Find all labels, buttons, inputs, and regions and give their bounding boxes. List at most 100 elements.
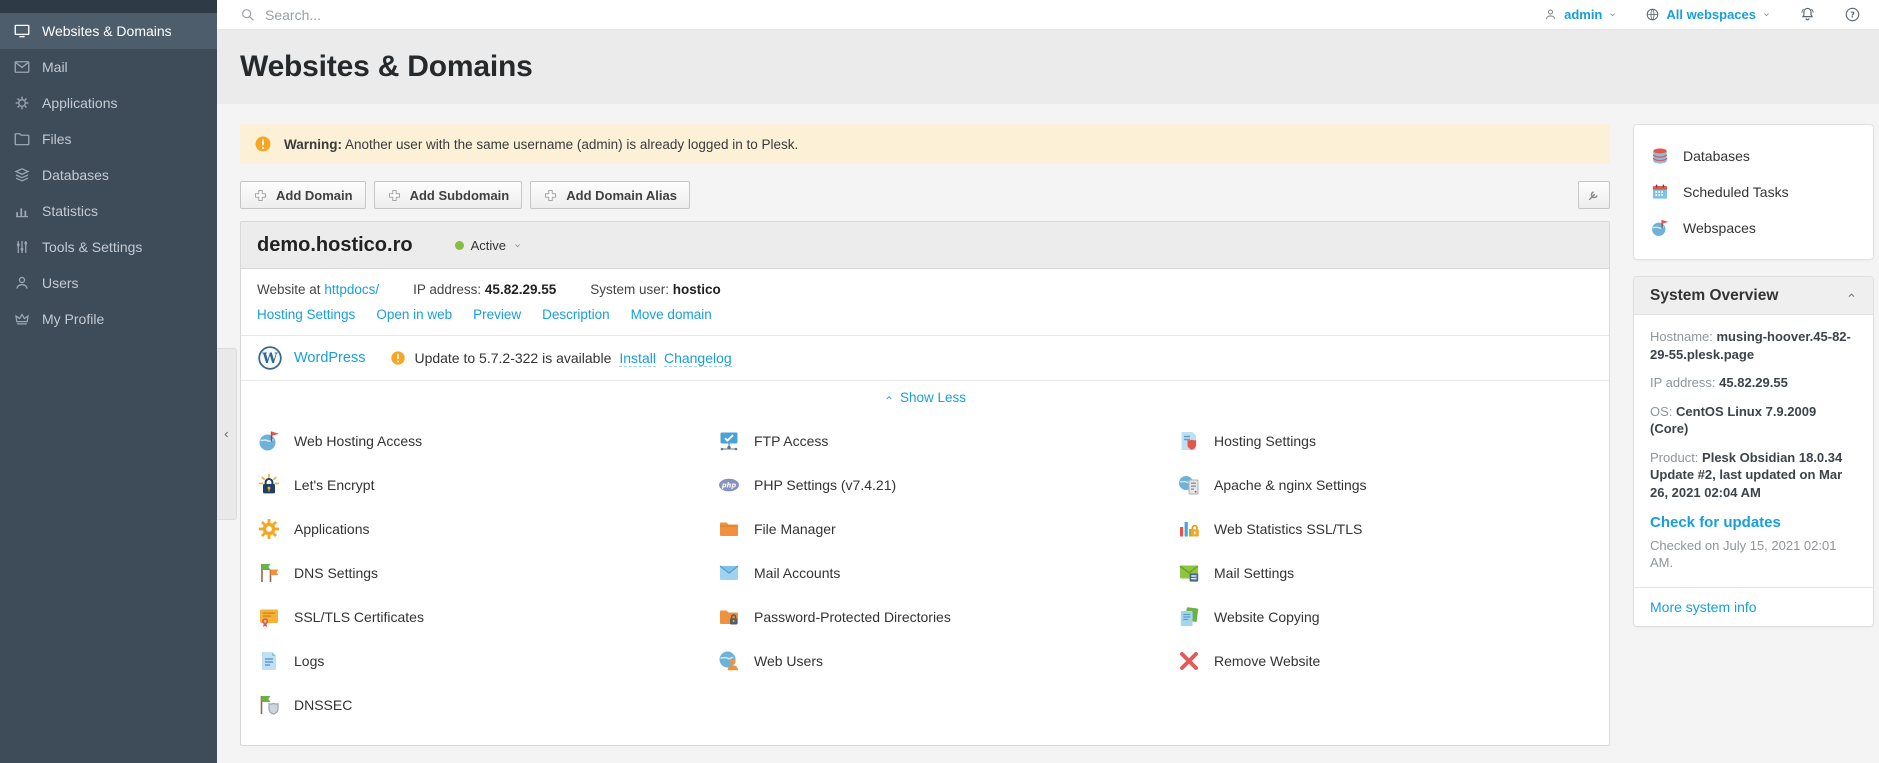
feature-label: Applications (294, 521, 370, 537)
description-link[interactable]: Description (542, 307, 610, 322)
sidebar-item-mail[interactable]: Mail (0, 49, 217, 85)
collapse-chevron-up-icon[interactable] (1846, 290, 1857, 301)
sidebar-item-tools-settings[interactable]: Tools & Settings (0, 229, 217, 265)
feature-column-2: FTP AccessphpPHP Settings (v7.4.21)File … (717, 419, 1177, 727)
feature-apache-nginx-settings[interactable]: Apache & nginx Settings (1177, 463, 1593, 507)
status-dot-icon (455, 241, 464, 250)
feature-label: Mail Accounts (754, 565, 840, 581)
system-row-product: Product: Plesk Obsidian 18.0.34 Update #… (1650, 449, 1857, 502)
feature-mail-accounts[interactable]: Mail Accounts (717, 551, 1177, 595)
feature-php-settings-v7-4-21[interactable]: phpPHP Settings (v7.4.21) (717, 463, 1177, 507)
add-subdomain-button[interactable]: Add Subdomain (374, 181, 523, 209)
update-text: Update to 5.7.2-322 is available (414, 350, 611, 366)
layers-icon (13, 166, 31, 184)
feature-dns-settings[interactable]: DNS Settings (257, 551, 717, 595)
database-icon (1650, 146, 1670, 166)
sidebar-item-websites-domains[interactable]: Websites & Domains (0, 13, 217, 49)
remove-x-icon (1177, 649, 1201, 673)
user-menu[interactable]: admin (1543, 7, 1617, 22)
wordpress-link[interactable]: WordPress (294, 350, 365, 366)
monitor-icon (13, 22, 31, 40)
sidebar-collapse-handle[interactable] (217, 348, 237, 520)
check-for-updates-link[interactable]: Check for updates (1650, 514, 1781, 531)
changelog-link[interactable]: Changelog (664, 350, 732, 367)
chevron-down-icon (513, 241, 522, 250)
httpdocs-link[interactable]: httpdocs/ (324, 282, 379, 297)
warning-icon (254, 135, 272, 153)
feature-web-users[interactable]: Web Users (717, 639, 1177, 683)
system-overview-header: System Overview (1634, 277, 1873, 315)
sidebar-item-files[interactable]: Files (0, 121, 217, 157)
feature-file-manager[interactable]: File Manager (717, 507, 1177, 551)
help-icon[interactable]: ? (1844, 6, 1861, 23)
gear-orange-icon (257, 517, 281, 541)
preview-link[interactable]: Preview (473, 307, 521, 322)
feature-web-statistics-ssl-tls[interactable]: Web Statistics SSL/TLS (1177, 507, 1593, 551)
open-in-web-link[interactable]: Open in web (376, 307, 452, 322)
mail-line-icon (13, 58, 31, 76)
search-input[interactable] (265, 7, 585, 23)
feature-remove-website[interactable]: Remove Website (1177, 639, 1593, 683)
tools-wrench-button[interactable] (1578, 181, 1610, 209)
feature-column-3: Hosting Settings Apache & nginx Settings W… (1177, 419, 1593, 727)
ftp-monitor-icon (717, 429, 741, 453)
sidebar-item-statistics[interactable]: Statistics (0, 193, 217, 229)
chart-lock-icon (1177, 517, 1201, 541)
check-for-updates-row: Check for updates (1650, 514, 1857, 532)
feature-dnssec[interactable]: DNSSEC (257, 683, 717, 727)
status-label: Active (471, 238, 506, 253)
quick-link-databases[interactable]: Databases (1650, 138, 1857, 174)
quick-link-webspaces[interactable]: Webspaces (1650, 210, 1857, 246)
add-domain-alias-button[interactable]: Add Domain Alias (530, 181, 690, 209)
sidebar-nav: Websites & Domains MailApplications Files D… (0, 13, 217, 337)
feature-applications[interactable]: Applications (257, 507, 717, 551)
sidebar-item-users[interactable]: Users (0, 265, 217, 301)
feature-label: Apache & nginx Settings (1214, 477, 1367, 493)
sidebar-item-my-profile[interactable]: My Profile (0, 301, 217, 337)
notifications-bell-icon[interactable] (1799, 6, 1816, 23)
sidebar-item-label: Websites & Domains (42, 23, 172, 39)
sidebar-item-label: Users (42, 275, 79, 291)
topbar: admin All webspaces ? (217, 0, 1879, 30)
sidebar-item-databases[interactable]: Databases (0, 157, 217, 193)
wordpress-logo-icon: W (257, 345, 283, 371)
add-domain-button[interactable]: Add Domain (240, 181, 366, 209)
install-link[interactable]: Install (619, 350, 656, 367)
more-system-info-link[interactable]: More system info (1650, 599, 1757, 615)
feature-web-hosting-access[interactable]: Web Hosting Access (257, 419, 717, 463)
feature-label: PHP Settings (v7.4.21) (754, 477, 896, 493)
ip-address: IP address: 45.82.29.55 (413, 282, 556, 297)
feature-password-protected-directories[interactable]: Password-Protected Directories (717, 595, 1177, 639)
sidebar-item-applications[interactable]: Applications (0, 85, 217, 121)
main-area: admin All webspaces ? Websites & Domains (217, 0, 1879, 763)
feature-label: DNSSEC (294, 697, 352, 713)
sidebar-item-label: Files (42, 131, 72, 147)
quick-link-scheduled-tasks[interactable]: Scheduled Tasks (1650, 174, 1857, 210)
feature-mail-settings[interactable]: Mail Settings (1177, 551, 1593, 595)
webspaces-menu-label: All webspaces (1666, 7, 1756, 22)
domain-status-dropdown[interactable]: Active (455, 238, 522, 253)
wordpress-row: W WordPress Update to 5.7.2-322 is avail… (241, 336, 1609, 380)
globe-icon (1645, 7, 1660, 22)
hosting-settings-link[interactable]: Hosting Settings (257, 307, 355, 322)
feature-website-copying[interactable]: Website Copying (1177, 595, 1593, 639)
feature-logs[interactable]: Logs (257, 639, 717, 683)
globe-flag-icon (257, 429, 281, 453)
webspaces-menu[interactable]: All webspaces (1645, 7, 1771, 22)
globe-flag-icon (1650, 218, 1670, 238)
system-overview-title: System Overview (1650, 287, 1778, 305)
doc-shield-icon (1177, 429, 1201, 453)
system-user: System user: hostico (590, 282, 721, 297)
lock-rays-icon (257, 473, 281, 497)
show-less-link[interactable]: Show Less (884, 390, 966, 405)
feature-hosting-settings[interactable]: Hosting Settings (1177, 419, 1593, 463)
feature-label: Web Statistics SSL/TLS (1214, 521, 1362, 537)
sidebar-item-label: Statistics (42, 203, 98, 219)
warning-banner: Warning: Another user with the same user… (240, 124, 1610, 164)
feature-ssl-tls-certificates[interactable]: SSL/TLS Certificates (257, 595, 717, 639)
chevron-down-icon (1608, 10, 1617, 19)
feature-let-s-encrypt[interactable]: Let's Encrypt (257, 463, 717, 507)
envelope-icon (717, 561, 741, 585)
move-domain-link[interactable]: Move domain (631, 307, 712, 322)
feature-ftp-access[interactable]: FTP Access (717, 419, 1177, 463)
